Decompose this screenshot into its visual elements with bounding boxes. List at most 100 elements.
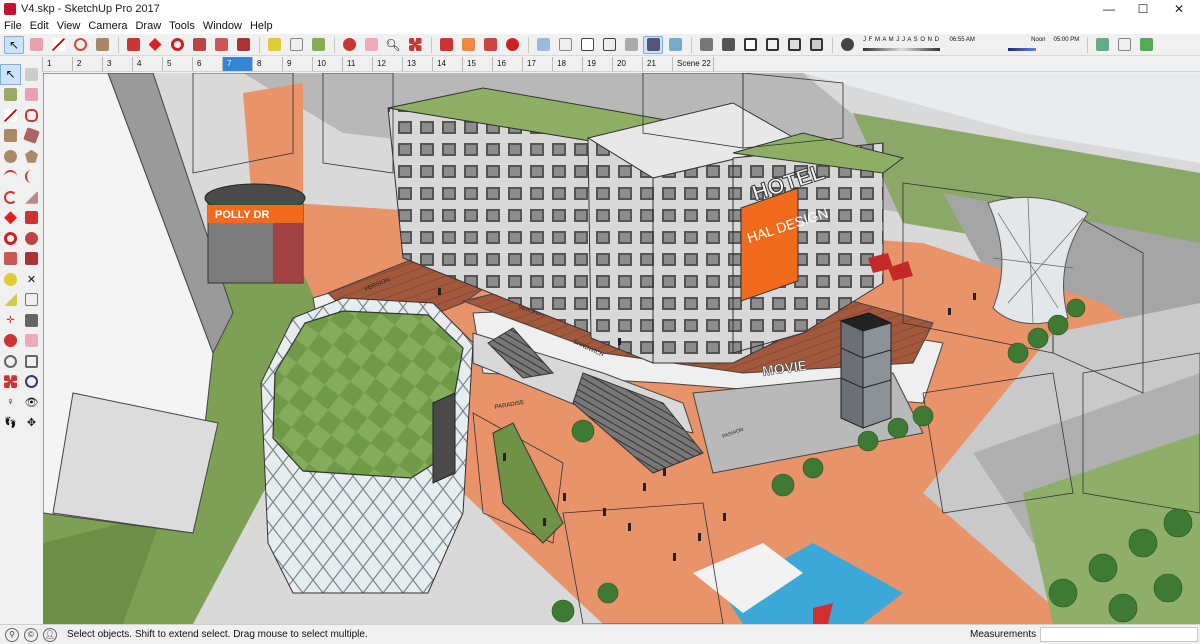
rotate-tool-button[interactable] (167, 36, 187, 54)
wireframe-style-button[interactable] (577, 36, 597, 54)
scene-tab-3[interactable]: 3 (102, 56, 132, 71)
scene-tab-14[interactable]: 14 (432, 56, 462, 71)
extension-warehouse-button[interactable] (458, 36, 478, 54)
monochrome-style-button[interactable] (665, 36, 685, 54)
scene-tab-22[interactable]: Scene 22 (672, 56, 714, 71)
rotate-icon[interactable] (0, 228, 21, 249)
iso-view-button[interactable] (696, 36, 716, 54)
tape-measure-icon[interactable] (0, 269, 21, 290)
left-view-button[interactable] (806, 36, 826, 54)
select-icon[interactable]: ↖ (0, 64, 21, 85)
scene-tab-8[interactable]: 8 (252, 56, 282, 71)
protractor-icon[interactable] (0, 290, 21, 311)
push-pull-tool-button[interactable] (123, 36, 143, 54)
front-view-button[interactable] (740, 36, 760, 54)
menu-edit[interactable]: Edit (26, 20, 53, 32)
scale-tool-button[interactable] (211, 36, 231, 54)
pan-icon[interactable] (21, 331, 42, 352)
share-model-button[interactable] (480, 36, 500, 54)
scene-tab-19[interactable]: 19 (582, 56, 612, 71)
move-icon[interactable] (0, 208, 21, 229)
maximize-button[interactable]: ☐ (1126, 0, 1160, 18)
previous-view-icon[interactable] (21, 372, 42, 393)
layout-button[interactable] (1092, 36, 1112, 54)
text-tool-button[interactable] (286, 36, 306, 54)
zoom-extents-icon[interactable] (0, 372, 21, 393)
zoom-tool-button[interactable]: 🔍︎ (383, 36, 403, 54)
scene-tab-20[interactable]: 20 (612, 56, 642, 71)
menu-camera[interactable]: Camera (84, 20, 131, 32)
scene-tab-17[interactable]: 17 (522, 56, 552, 71)
menu-draw[interactable]: Draw (131, 20, 165, 32)
3d-text-icon[interactable] (21, 310, 42, 331)
scene-tab-9[interactable]: 9 (282, 56, 312, 71)
position-camera-icon[interactable]: ♀ (0, 392, 21, 413)
scale-icon[interactable] (0, 249, 21, 270)
menu-view[interactable]: View (53, 20, 85, 32)
paint-bucket-tool-button[interactable] (308, 36, 328, 54)
zoom-icon[interactable] (0, 351, 21, 372)
scene-tab-10[interactable]: 10 (312, 56, 342, 71)
tape-measure-tool-button[interactable] (264, 36, 284, 54)
look-around-icon[interactable]: 👁︎ (21, 392, 42, 413)
polygon-icon[interactable] (21, 146, 42, 167)
line-icon[interactable] (0, 105, 21, 126)
scene-tab-7[interactable]: 7 (222, 56, 252, 71)
scene-tab-16[interactable]: 16 (492, 56, 522, 71)
menu-tools[interactable]: Tools (165, 20, 199, 32)
geo-location-icon[interactable]: ⚲ (5, 627, 19, 642)
three-point-arc-icon[interactable] (0, 187, 21, 208)
offset-icon[interactable] (21, 249, 42, 270)
time-slider[interactable]: 06:55 AM Noon (950, 37, 1046, 53)
move-tool-button[interactable] (145, 36, 165, 54)
xray-style-button[interactable] (533, 36, 553, 54)
follow-me-tool-button[interactable] (189, 36, 209, 54)
scene-tab-5[interactable]: 5 (162, 56, 192, 71)
dimension-icon[interactable]: ✕ (21, 269, 42, 290)
arc-tool-button[interactable] (70, 36, 90, 54)
minimize-button[interactable]: — (1092, 0, 1126, 18)
scene-tab-15[interactable]: 15 (462, 56, 492, 71)
measurements-field[interactable] (1040, 627, 1198, 642)
make-component-icon[interactable] (21, 64, 42, 85)
right-view-button[interactable] (762, 36, 782, 54)
shadows-toggle-button[interactable] (837, 36, 857, 54)
shaded-style-button[interactable] (621, 36, 641, 54)
follow-me-icon[interactable] (21, 228, 42, 249)
style-builder-button[interactable] (1114, 36, 1134, 54)
scene-tab-1[interactable]: 1 (42, 56, 72, 71)
eraser-tool-button[interactable] (26, 36, 46, 54)
hidden-line-style-button[interactable] (599, 36, 619, 54)
paint-bucket-icon[interactable] (0, 85, 21, 106)
orbit-icon[interactable] (0, 331, 21, 352)
freehand-icon[interactable] (21, 105, 42, 126)
eraser-icon[interactable] (21, 85, 42, 106)
walk-icon[interactable]: 👣︎ (0, 413, 21, 434)
offset-tool-button[interactable] (233, 36, 253, 54)
zoom-extents-tool-button[interactable] (405, 36, 425, 54)
scene-tab-6[interactable]: 6 (192, 56, 222, 71)
shape-tool-button[interactable] (92, 36, 112, 54)
scene-tab-4[interactable]: 4 (132, 56, 162, 71)
back-view-button[interactable] (784, 36, 804, 54)
month-slider[interactable]: J F M A M J J A S O N D (863, 37, 940, 53)
two-point-arc-icon[interactable] (21, 167, 42, 188)
axes-icon[interactable]: ✛ (0, 310, 21, 331)
menu-window[interactable]: Window (199, 20, 246, 32)
scene-tab-11[interactable]: 11 (342, 56, 372, 71)
warehouse-button[interactable] (436, 36, 456, 54)
rectangle-icon[interactable] (0, 126, 21, 147)
circle-icon[interactable] (0, 146, 21, 167)
pie-icon[interactable] (21, 187, 42, 208)
push-pull-icon[interactable] (21, 208, 42, 229)
sandbox-button[interactable] (1136, 36, 1156, 54)
arc-icon[interactable] (0, 167, 21, 188)
rotated-rectangle-icon[interactable] (21, 126, 42, 147)
scene-tab-12[interactable]: 12 (372, 56, 402, 71)
shaded-textures-style-button[interactable] (643, 35, 663, 54)
scene-tab-13[interactable]: 13 (402, 56, 432, 71)
scene-tab-2[interactable]: 2 (72, 56, 102, 71)
user-account-icon[interactable]: 👤︎ (43, 627, 57, 642)
zoom-window-icon[interactable] (21, 351, 42, 372)
menu-help[interactable]: Help (246, 20, 277, 32)
